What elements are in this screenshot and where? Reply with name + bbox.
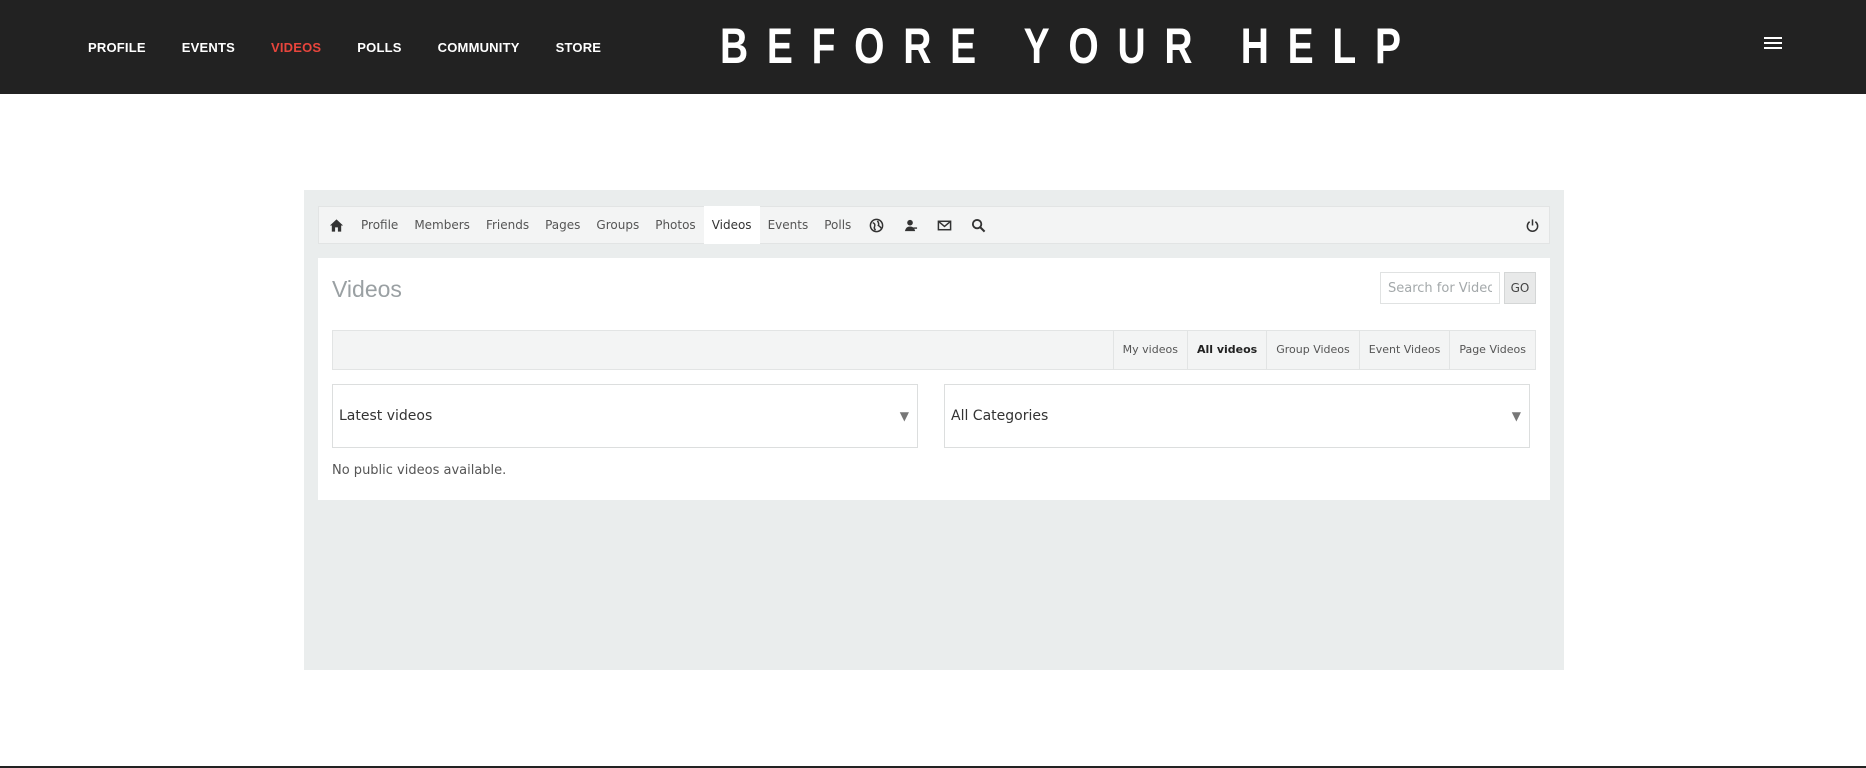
filter-all-videos[interactable]: All videos: [1186, 331, 1266, 369]
toolbar-members[interactable]: Members: [406, 206, 478, 244]
category-select[interactable]: All Categories ▼: [944, 384, 1530, 448]
content-panel: Profile Members Friends Pages Groups Pho…: [304, 190, 1564, 670]
toolbar-profile[interactable]: Profile: [353, 206, 406, 244]
search-icon[interactable]: [961, 206, 995, 244]
filter-group-videos[interactable]: Group Videos: [1266, 331, 1359, 369]
toolbar-pages[interactable]: Pages: [537, 206, 588, 244]
toolbar-photos[interactable]: Photos: [647, 206, 703, 244]
search-input[interactable]: [1380, 272, 1500, 304]
toolbar-polls[interactable]: Polls: [816, 206, 859, 244]
page-title: Videos: [332, 276, 402, 302]
main-nav: PROFILE EVENTS VIDEOS POLLS COMMUNITY ST…: [88, 0, 637, 94]
community-toolbar: Profile Members Friends Pages Groups Pho…: [318, 206, 1550, 244]
filter-my-videos[interactable]: My videos: [1112, 331, 1187, 369]
category-select-value: All Categories: [951, 408, 1049, 424]
globe-icon[interactable]: [859, 206, 893, 244]
toolbar-videos[interactable]: Videos: [703, 206, 760, 244]
nav-store[interactable]: STORE: [556, 40, 602, 55]
sort-select[interactable]: Latest videos ▼: [332, 384, 918, 448]
go-button[interactable]: GO: [1504, 272, 1536, 304]
mail-icon[interactable]: [927, 206, 961, 244]
toolbar-friends[interactable]: Friends: [478, 206, 537, 244]
nav-community[interactable]: COMMUNITY: [438, 40, 520, 55]
filter-bar: My videos All videos Group Videos Event …: [332, 330, 1536, 370]
empty-message: No public videos available.: [332, 463, 507, 478]
filter-page-videos[interactable]: Page Videos: [1449, 331, 1535, 369]
filter-event-videos[interactable]: Event Videos: [1358, 331, 1450, 369]
nav-polls[interactable]: POLLS: [357, 40, 401, 55]
power-icon[interactable]: [1515, 206, 1549, 244]
toolbar-events[interactable]: Events: [760, 206, 817, 244]
nav-profile[interactable]: PROFILE: [88, 40, 146, 55]
dropdown-arrow-icon: ▼: [1511, 409, 1521, 423]
sort-select-value: Latest videos: [339, 408, 433, 424]
site-header: PROFILE EVENTS VIDEOS POLLS COMMUNITY ST…: [0, 0, 1866, 94]
toolbar-groups[interactable]: Groups: [588, 206, 647, 244]
nav-videos[interactable]: VIDEOS: [271, 40, 321, 55]
hamburger-icon[interactable]: [1764, 34, 1782, 54]
videos-card: Videos GO My videos All videos Group Vid…: [318, 258, 1550, 500]
home-icon[interactable]: [319, 206, 353, 244]
user-icon[interactable]: [893, 206, 927, 244]
nav-events[interactable]: EVENTS: [182, 40, 235, 55]
dropdown-arrow-icon: ▼: [899, 409, 909, 423]
site-logo[interactable]: BEFORE YOUR HELP: [720, 14, 1401, 78]
